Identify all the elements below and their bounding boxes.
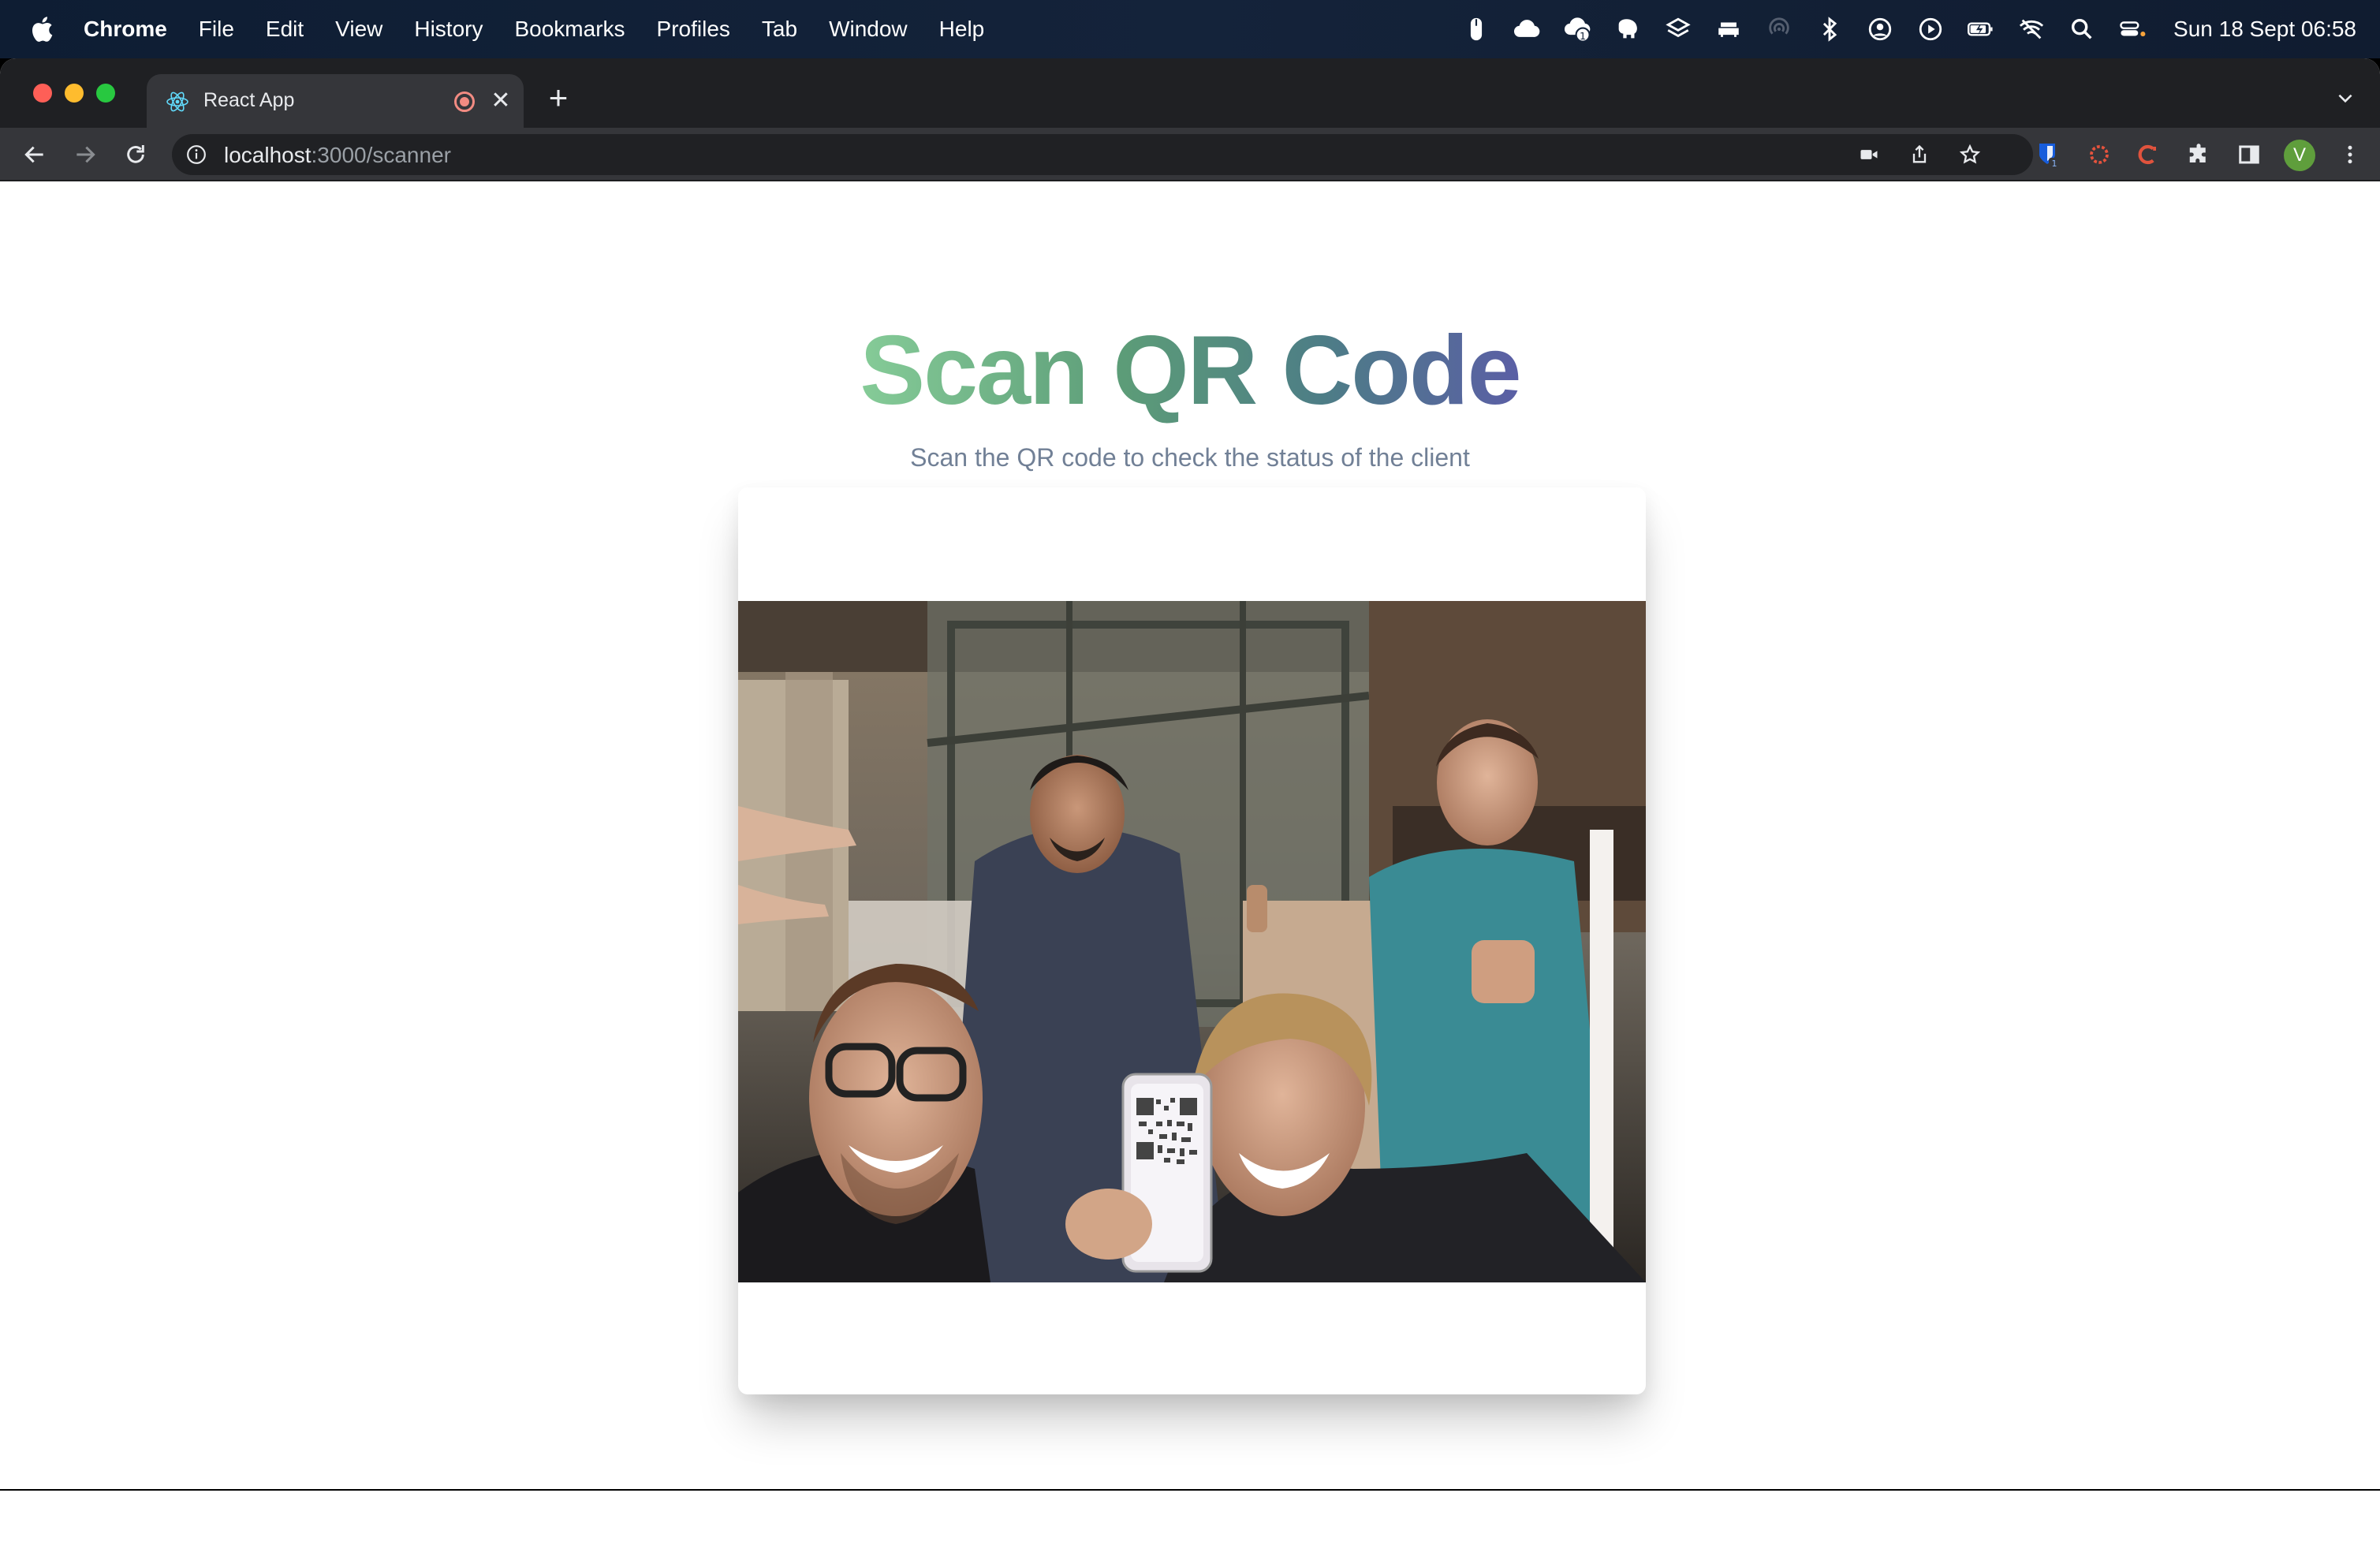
- extensions-puzzle-icon[interactable]: [2184, 140, 2213, 169]
- airdrop-icon[interactable]: [1754, 0, 1804, 58]
- browser-window: React App ✕ + localhost:3000/scanner 1 V…: [0, 58, 2380, 1549]
- browser-tab-active[interactable]: React App ✕: [147, 74, 524, 128]
- back-button[interactable]: [16, 136, 54, 174]
- layers-icon[interactable]: [1653, 0, 1703, 58]
- menu-edit[interactable]: Edit: [266, 17, 304, 42]
- page-title: Scan QR Code: [0, 322, 2380, 420]
- new-tab-button[interactable]: +: [543, 81, 574, 114]
- scanner-card: [738, 487, 1646, 1394]
- camera-feed-image: [738, 601, 1646, 1282]
- bookmark-star-icon[interactable]: [1957, 142, 1983, 167]
- forward-button[interactable]: [66, 136, 104, 174]
- page-subtitle: Scan the QR code to check the status of …: [910, 443, 1470, 472]
- elephant-icon[interactable]: [1602, 0, 1653, 58]
- camera-in-use-icon[interactable]: [1856, 142, 1882, 167]
- svg-text:1: 1: [1580, 31, 1586, 43]
- page-title-text: Scan QR Code: [856, 316, 1523, 425]
- control-center-icon[interactable]: [2107, 0, 2158, 58]
- search-icon[interactable]: [2057, 0, 2107, 58]
- address-url[interactable]: localhost:3000/scanner: [224, 143, 451, 168]
- camera-feed: [738, 601, 1646, 1282]
- tab-close-icon[interactable]: ✕: [484, 84, 517, 117]
- c-extension-icon[interactable]: [2134, 140, 2162, 169]
- tab-strip: React App ✕ +: [0, 58, 2380, 128]
- tab-search-chevron-icon[interactable]: [2330, 82, 2361, 114]
- apple-menu-icon[interactable]: [28, 14, 55, 44]
- extension-badge: 1: [2052, 159, 2057, 169]
- reload-button[interactable]: [117, 136, 155, 174]
- menu-history[interactable]: History: [414, 17, 483, 42]
- menu-profiles[interactable]: Profiles: [657, 17, 730, 42]
- site-info-icon[interactable]: [186, 144, 207, 165]
- loading-extension-icon[interactable]: [2085, 140, 2113, 169]
- play-circle-icon[interactable]: [1905, 0, 1956, 58]
- window-minimize-button[interactable]: [65, 84, 84, 103]
- menu-tab[interactable]: Tab: [762, 17, 797, 42]
- menu-file[interactable]: File: [199, 17, 234, 42]
- cloud-sync-icon[interactable]: 1: [1552, 0, 1602, 58]
- side-panel-icon[interactable]: [2235, 140, 2263, 169]
- window-bottom-edge: [0, 1489, 2380, 1491]
- url-host: localhost: [224, 143, 311, 167]
- browser-toolbar: localhost:3000/scanner 1 V: [0, 128, 2380, 181]
- menu-window[interactable]: Window: [829, 17, 908, 42]
- wifi-off-icon[interactable]: [2006, 0, 2057, 58]
- status-area: 1 Sun 18 Sept 06:58: [1451, 0, 2380, 58]
- recording-indicator-icon: [454, 91, 475, 112]
- bluetooth-icon[interactable]: [1804, 0, 1855, 58]
- cloud-icon[interactable]: [1501, 0, 1552, 58]
- menu-help[interactable]: Help: [939, 17, 985, 42]
- react-icon: [166, 91, 188, 112]
- user-circle-icon[interactable]: [1855, 0, 1905, 58]
- window-zoom-button[interactable]: [96, 84, 115, 103]
- menubar-clock[interactable]: Sun 18 Sept 06:58: [2173, 17, 2356, 42]
- url-path: :3000/scanner: [311, 143, 451, 167]
- share-icon[interactable]: [1907, 142, 1932, 167]
- macos-menu-bar: Chrome File Edit View History Bookmarks …: [0, 0, 2380, 58]
- battery-icon[interactable]: [1956, 0, 2006, 58]
- profile-avatar[interactable]: V: [2284, 140, 2315, 171]
- mouse-icon[interactable]: [1451, 0, 1501, 58]
- bed-icon[interactable]: [1703, 0, 1754, 58]
- page-content: Scan QR Code Scan the QR code to check t…: [0, 183, 2380, 1549]
- browser-menu-icon[interactable]: [2336, 140, 2364, 169]
- address-bar[interactable]: localhost:3000/scanner: [172, 134, 2033, 175]
- window-close-button[interactable]: [33, 84, 52, 103]
- menu-bookmarks[interactable]: Bookmarks: [514, 17, 625, 42]
- menu-view[interactable]: View: [335, 17, 382, 42]
- tab-title: React App: [203, 89, 295, 111]
- menu-app-name[interactable]: Chrome: [84, 17, 167, 42]
- bitwarden-extension-icon[interactable]: 1: [2035, 140, 2063, 169]
